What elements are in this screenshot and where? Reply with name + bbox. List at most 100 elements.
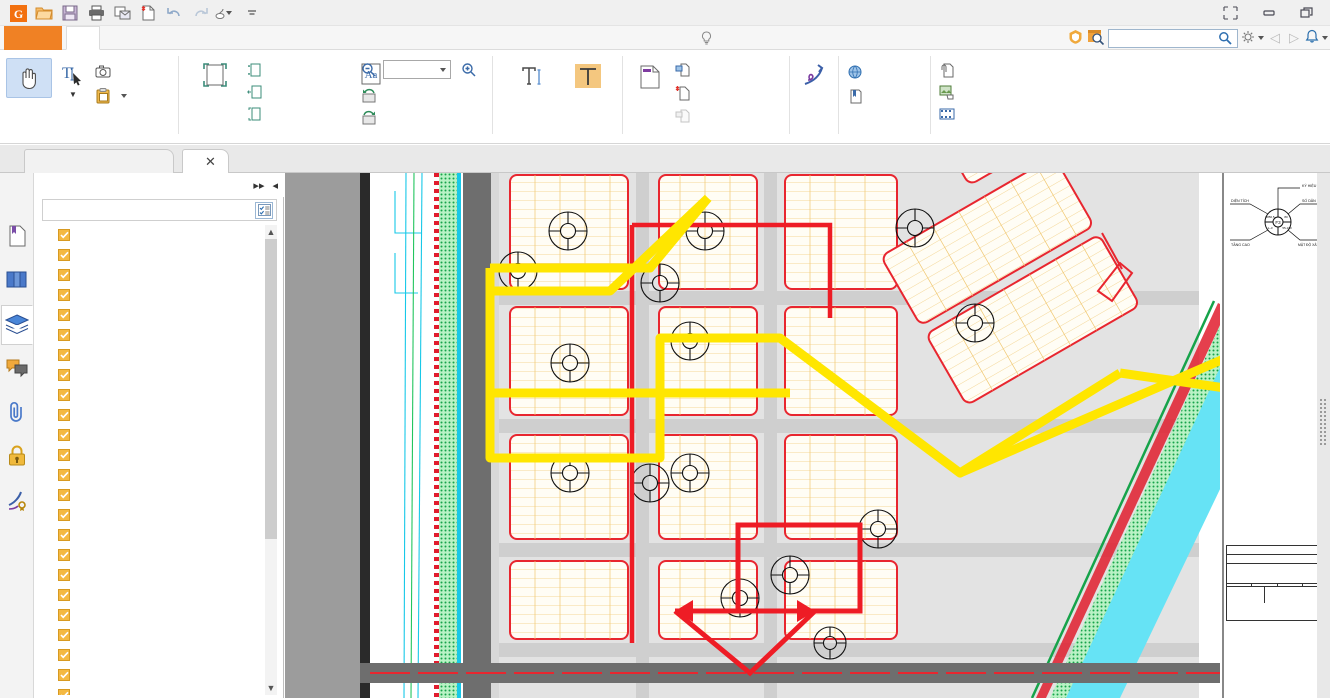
layer-visibility-checkbox[interactable] — [58, 589, 70, 601]
find-input[interactable] — [1114, 30, 1218, 46]
search-document-icon[interactable] — [1087, 28, 1105, 48]
clipboard-dropdown-icon[interactable] — [121, 94, 127, 98]
layer-visibility-checkbox[interactable] — [58, 549, 70, 561]
minimize-button[interactable] — [1250, 0, 1288, 26]
layer-row[interactable] — [42, 685, 277, 695]
layer-row[interactable] — [42, 585, 277, 605]
close-tab-icon[interactable]: ✕ — [205, 154, 216, 170]
snapshot-button[interactable] — [95, 62, 116, 82]
layer-row[interactable] — [42, 365, 277, 385]
layers-list[interactable] — [42, 225, 277, 695]
audio-video-button[interactable] — [939, 104, 960, 124]
tab-protect[interactable] — [196, 26, 228, 50]
zoom-level-box[interactable] — [383, 60, 451, 79]
tab-file[interactable] — [4, 26, 62, 50]
layer-visibility-checkbox[interactable] — [58, 409, 70, 421]
layer-row[interactable] — [42, 565, 277, 585]
pdf-page[interactable]: F3 3856,5 80 1~3 55-100 KÝ HIỆU LÔ DIỆN … — [360, 173, 1330, 698]
notifications-icon[interactable] — [1305, 29, 1319, 47]
layer-row[interactable] — [42, 605, 277, 625]
zoom-dropdown-icon[interactable] — [440, 67, 446, 72]
layer-visibility-checkbox[interactable] — [58, 489, 70, 501]
find-previous-icon[interactable]: ◁ — [1267, 30, 1283, 46]
layer-visibility-checkbox[interactable] — [58, 389, 70, 401]
zoom-out-button[interactable] — [361, 62, 377, 81]
tab-view[interactable] — [132, 26, 164, 50]
scrollbar-grip[interactable] — [1319, 398, 1328, 448]
tab-help[interactable] — [292, 26, 324, 50]
attachments-panel-button[interactable] — [1, 393, 33, 433]
scrollbar-thumb[interactable] — [265, 239, 277, 539]
maximize-button[interactable] — [1288, 0, 1326, 26]
tab-home[interactable] — [66, 26, 100, 50]
layer-row[interactable] — [42, 425, 277, 445]
clipboard-button[interactable] — [95, 86, 127, 106]
layer-row[interactable] — [42, 265, 277, 285]
foxit-cloud-icon[interactable] — [1067, 28, 1084, 48]
pdf-sign-button[interactable] — [792, 58, 836, 92]
fit-page-button[interactable] — [247, 60, 268, 80]
layer-row[interactable] — [42, 385, 277, 405]
layer-row[interactable] — [42, 445, 277, 465]
notifications-dropdown-icon[interactable] — [1322, 36, 1328, 40]
layer-visibility-checkbox[interactable] — [58, 289, 70, 301]
layer-row[interactable] — [42, 665, 277, 685]
layer-row[interactable] — [42, 225, 277, 245]
scroll-down-icon[interactable]: ▼ — [265, 681, 277, 695]
doc-tab-khu-dan-cu[interactable]: ✕ — [182, 149, 229, 173]
doc-tab-start[interactable] — [24, 149, 174, 173]
layer-row[interactable] — [42, 405, 277, 425]
layer-visibility-checkbox[interactable] — [58, 329, 70, 341]
redo-icon[interactable] — [188, 2, 212, 24]
layers-panel-button[interactable] — [1, 305, 33, 345]
bookmarks-panel-button[interactable] — [1, 217, 33, 257]
layers-scrollbar[interactable]: ▲ ▼ — [265, 225, 277, 695]
document-viewport[interactable]: F3 3856,5 80 1~3 55-100 KÝ HIỆU LÔ DIỆN … — [285, 173, 1330, 698]
select-dropdown-icon[interactable]: ▼ — [69, 91, 77, 99]
fit-visible-button[interactable] — [247, 104, 268, 124]
image-annotation-button[interactable] — [939, 82, 960, 102]
zoom-in-button[interactable] — [461, 62, 477, 81]
tab-connect[interactable] — [260, 26, 292, 50]
find-settings-icon[interactable] — [1241, 30, 1255, 47]
layer-row[interactable] — [42, 325, 277, 345]
layer-visibility-checkbox[interactable] — [58, 469, 70, 481]
new-document-icon[interactable] — [136, 2, 160, 24]
create-blank-button[interactable] — [675, 83, 696, 103]
create-from-file-button[interactable] — [629, 60, 671, 94]
from-scanner-button[interactable] — [675, 60, 696, 80]
layer-visibility-checkbox[interactable] — [58, 669, 70, 681]
open-file-icon[interactable] — [32, 2, 56, 24]
layer-visibility-checkbox[interactable] — [58, 369, 70, 381]
layer-visibility-checkbox[interactable] — [58, 569, 70, 581]
layer-row[interactable] — [42, 545, 277, 565]
foxit-logo-icon[interactable]: G — [6, 2, 30, 24]
layer-visibility-checkbox[interactable] — [58, 649, 70, 661]
print-icon[interactable] — [84, 2, 108, 24]
layer-row[interactable] — [42, 345, 277, 365]
layer-visibility-checkbox[interactable] — [58, 229, 70, 241]
link-button[interactable] — [847, 62, 868, 82]
security-panel-button[interactable] — [1, 437, 33, 477]
layer-visibility-checkbox[interactable] — [58, 429, 70, 441]
layer-visibility-checkbox[interactable] — [58, 349, 70, 361]
customize-toolbar-icon[interactable] — [214, 2, 238, 24]
bookmark-button[interactable] — [847, 86, 868, 106]
find-search-icon[interactable] — [1218, 31, 1232, 45]
tab-form[interactable] — [164, 26, 196, 50]
scroll-up-icon[interactable]: ▲ — [265, 225, 277, 239]
layer-visibility-checkbox[interactable] — [58, 529, 70, 541]
rotate-right-button[interactable] — [361, 108, 382, 128]
collapse-panel-icon[interactable]: ◂ — [272, 179, 278, 192]
qat-dropdown-icon[interactable] — [240, 2, 264, 24]
restore-window-button[interactable] — [1212, 0, 1250, 26]
undo-icon[interactable] — [162, 2, 186, 24]
layer-row[interactable] — [42, 465, 277, 485]
layer-visibility-checkbox[interactable] — [58, 609, 70, 621]
document-vertical-scrollbar[interactable] — [1317, 173, 1330, 698]
layer-visibility-checkbox[interactable] — [58, 629, 70, 641]
layer-row[interactable] — [42, 625, 277, 645]
find-box[interactable] — [1108, 28, 1238, 48]
layer-row[interactable] — [42, 285, 277, 305]
highlight-button[interactable] — [561, 60, 615, 94]
